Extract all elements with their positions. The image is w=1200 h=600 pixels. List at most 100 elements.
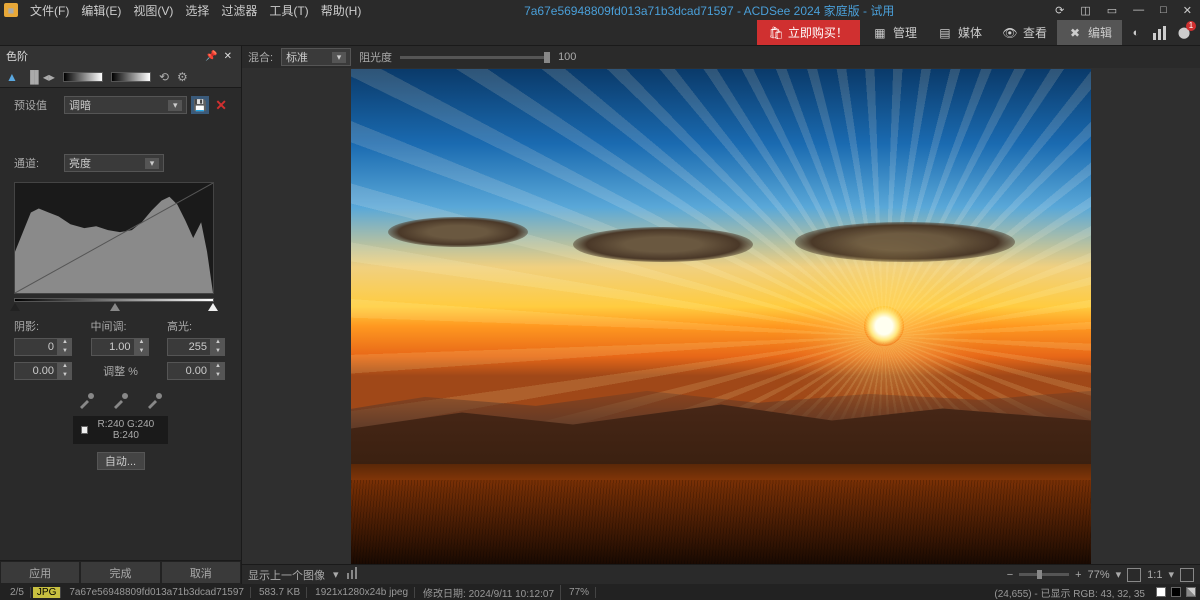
menu-[interactable]: 选择 (179, 2, 215, 19)
zoom-in-button[interactable]: + (1075, 569, 1081, 581)
buy-now-button[interactable]: 🛍立即购买！ (757, 20, 860, 45)
canvas-area[interactable] (242, 68, 1200, 564)
shadows-input[interactable]: ▲▼ (14, 338, 74, 356)
mode-grid[interactable]: ▦管理 (862, 20, 927, 45)
midtones-label: 中间调: (91, 318, 151, 334)
panel-toggle-icon[interactable]: ◐ (1126, 23, 1146, 43)
save-preset-button[interactable]: 💾 (191, 96, 209, 114)
rgb-readout: R:240 G:240 B:240 (73, 416, 168, 444)
panel-toolbar: ▲ ▐▌◂▸ ⟲ ⚙ (0, 66, 241, 88)
fit-icon[interactable]: ▐▌◂▸ (26, 70, 55, 84)
window-layout2-icon[interactable]: ▭ (1103, 4, 1121, 17)
color-swatch-white[interactable] (1156, 587, 1166, 597)
chevron-down-icon[interactable]: ▾ (333, 568, 339, 581)
notifications-icon[interactable]: ⬤ (1174, 23, 1194, 43)
prev-image-button[interactable]: 显示上一个图像 (248, 567, 325, 583)
zoom-out-button[interactable]: − (1007, 569, 1013, 581)
color-swatch-black[interactable] (1171, 587, 1181, 597)
workspace-toolbar: 混合: 标准 阻光度 100 (242, 46, 1200, 68)
grid-icon: ▦ (872, 25, 888, 41)
mode-tools[interactable]: ✖编辑 (1057, 20, 1122, 45)
dimensions-status: 1921x1280x24b jpeg (309, 587, 415, 598)
actual-size-icon[interactable] (1180, 568, 1194, 582)
image-index: 2/5 (4, 587, 31, 598)
minimize-button[interactable]: — (1129, 4, 1148, 17)
channel-select[interactable]: 亮度 (64, 154, 164, 172)
menu-f[interactable]: 文件(F) (24, 2, 75, 19)
settings-icon[interactable]: ⚙ (177, 70, 188, 84)
app-logo: ◼ (4, 3, 18, 17)
eyedropper-gray[interactable] (111, 390, 131, 410)
blend-label: 混合: (248, 49, 273, 65)
eye-icon: 👁 (1002, 25, 1018, 41)
menu-[interactable]: 过滤器 (215, 2, 263, 19)
window-title: 7a67e56948809fd013a71b3dcad71597 - ACDSe… (367, 2, 1051, 19)
adjust-pct-label: 调整 % (74, 363, 167, 379)
auto-button[interactable]: 自动... (97, 452, 145, 470)
format-badge: JPG (33, 587, 61, 598)
cursor-readout: (24,655) - 已显示 RGB: 43, 32, 35 (988, 585, 1151, 600)
image-preview (351, 69, 1091, 564)
histogram-icon[interactable] (1150, 23, 1170, 43)
zoom-value: 77% (1088, 569, 1110, 581)
warning-icon[interactable]: ▲ (6, 70, 18, 84)
zoom-status: 77% (563, 587, 596, 598)
workspace-footer: 显示上一个图像 ▾ − + 77% ▾ 1:1 ▾ (242, 564, 1200, 584)
tools-icon: ✖ (1067, 25, 1083, 41)
preset-label: 预设值 (14, 97, 64, 113)
zoom-slider[interactable] (1019, 573, 1069, 576)
modified-status: 修改日期: 2024/9/11 10:12:07 (417, 585, 561, 600)
opacity-slider[interactable] (400, 56, 550, 59)
title-bar: ◼ 文件(F)编辑(E)视图(V)选择过滤器工具(T)帮助(H) 7a67e56… (0, 0, 1200, 20)
color-swatch-split[interactable] (1186, 587, 1196, 597)
eyedropper-black[interactable] (77, 390, 97, 410)
opacity-label: 阻光度 (359, 49, 392, 65)
eyedropper-white[interactable] (145, 390, 165, 410)
delete-preset-button[interactable]: ✕ (215, 97, 227, 114)
menu-t[interactable]: 工具(T) (263, 2, 314, 19)
filename-status: 7a67e56948809fd013a71b3dcad71597 (63, 587, 251, 598)
ratio-dropdown-icon[interactable]: ▾ (1168, 568, 1174, 581)
fit-screen-icon[interactable] (1127, 568, 1141, 582)
shadows-output-input[interactable]: ▲▼ (14, 362, 74, 380)
panel-header: 色阶 📌 ✕ (0, 46, 241, 66)
midtones-input[interactable]: ▲▼ (91, 338, 151, 356)
sync-icon[interactable]: ⟳ (1051, 4, 1068, 17)
gradient-preview-1[interactable] (63, 72, 103, 82)
menu-e[interactable]: 编辑(E) (75, 2, 127, 19)
apply-button[interactable]: 应用 (0, 561, 80, 584)
panel-title: 色阶 (6, 48, 28, 64)
pin-icon[interactable]: 📌 (202, 51, 220, 62)
preset-select[interactable]: 调暗 (64, 96, 187, 114)
highlights-output-input[interactable]: ▲▼ (167, 362, 227, 380)
ratio-label: 1:1 (1147, 569, 1162, 581)
menu-v[interactable]: 视图(V) (127, 2, 179, 19)
reset-icon[interactable]: ⟲ (159, 70, 169, 84)
window-layout-icon[interactable]: ◫ (1076, 4, 1094, 17)
workspace: 混合: 标准 阻光度 100 (242, 46, 1200, 584)
mode-media[interactable]: ▤媒体 (927, 20, 992, 45)
mode-eye[interactable]: 👁查看 (992, 20, 1057, 45)
cancel-button[interactable]: 取消 (161, 561, 241, 584)
media-icon: ▤ (937, 25, 953, 41)
shadows-label: 阴影: (14, 318, 74, 334)
gradient-preview-2[interactable] (111, 72, 151, 82)
done-button[interactable]: 完成 (80, 561, 160, 584)
histogram-display (14, 182, 214, 294)
histogram-toggle-icon[interactable] (347, 567, 359, 582)
menu-h[interactable]: 帮助(H) (315, 2, 368, 19)
cart-icon: 🛍 (769, 26, 784, 40)
panel-close-icon[interactable]: ✕ (221, 51, 235, 62)
opacity-value: 100 (558, 51, 576, 63)
blend-select[interactable]: 标准 (281, 48, 351, 66)
levels-panel: 色阶 📌 ✕ ▲ ▐▌◂▸ ⟲ ⚙ 预设值 调暗 💾 ✕ 通道: 亮度 (0, 46, 242, 584)
close-button[interactable]: ✕ (1179, 4, 1196, 17)
input-levels-slider[interactable] (14, 298, 214, 312)
zoom-dropdown-icon[interactable]: ▾ (1116, 568, 1122, 581)
maximize-button[interactable]: □ (1156, 4, 1171, 17)
channel-label: 通道: (14, 155, 64, 171)
highlights-input[interactable]: ▲▼ (167, 338, 227, 356)
status-bar: 2/5 JPG 7a67e56948809fd013a71b3dcad71597… (0, 584, 1200, 600)
mode-bar: 🛍立即购买！ ▦管理▤媒体👁查看✖编辑 ◐ ⬤ (0, 20, 1200, 46)
highlights-label: 高光: (167, 318, 227, 334)
